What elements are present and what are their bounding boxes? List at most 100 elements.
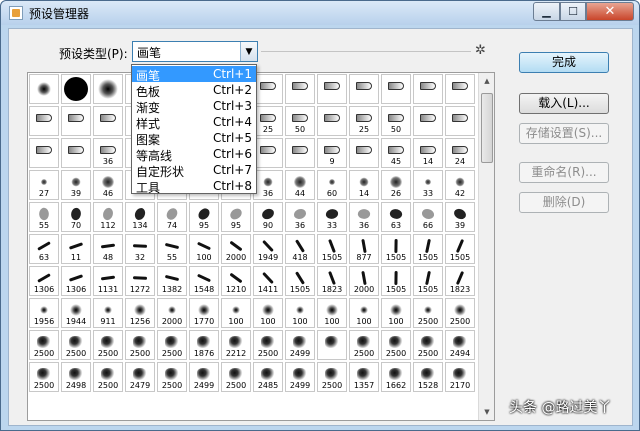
brush-preset-cell[interactable]: 70 — [61, 202, 91, 232]
brush-preset-cell[interactable]: 1256 — [125, 298, 155, 328]
maximize-button[interactable]: ☐ — [560, 2, 586, 21]
brush-preset-cell[interactable]: 2479 — [125, 362, 155, 392]
brush-preset-cell[interactable]: 26 — [381, 170, 411, 200]
brush-preset-cell[interactable]: 48 — [93, 234, 123, 264]
brush-preset-cell[interactable] — [445, 74, 475, 104]
brush-preset-cell[interactable]: 36 — [349, 202, 379, 232]
brush-preset-cell[interactable]: 2499 — [189, 362, 219, 392]
brush-preset-cell[interactable] — [349, 74, 379, 104]
brush-preset-cell[interactable]: 2500 — [93, 330, 123, 360]
brush-preset-cell[interactable]: 1770 — [189, 298, 219, 328]
brush-preset-cell[interactable]: 2500 — [317, 362, 347, 392]
dropdown-item-8[interactable]: 工具 Ctrl+8 — [132, 178, 256, 195]
brush-preset-cell[interactable]: 2212 — [221, 330, 251, 360]
vertical-scrollbar[interactable]: ▲ ▼ — [478, 73, 494, 420]
brush-preset-cell[interactable]: 2500 — [349, 330, 379, 360]
scroll-up-icon[interactable]: ▲ — [479, 73, 495, 89]
brush-preset-cell[interactable] — [413, 74, 443, 104]
brush-preset-cell[interactable]: 2498 — [61, 362, 91, 392]
brush-preset-cell[interactable]: 1210 — [221, 266, 251, 296]
brush-preset-cell[interactable]: 11 — [61, 234, 91, 264]
brush-preset-cell[interactable]: 95 — [221, 202, 251, 232]
brush-preset-cell[interactable]: 1548 — [189, 266, 219, 296]
brush-preset-cell[interactable]: 36 — [93, 138, 123, 168]
brush-preset-cell[interactable]: 100 — [317, 298, 347, 328]
brush-preset-cell[interactable] — [61, 106, 91, 136]
brush-preset-cell[interactable]: 1306 — [29, 266, 59, 296]
brush-preset-cell[interactable]: 2500 — [253, 330, 283, 360]
brush-preset-cell[interactable] — [29, 138, 59, 168]
brush-preset-cell[interactable] — [445, 106, 475, 136]
brush-preset-cell[interactable] — [253, 74, 283, 104]
brush-preset-cell[interactable]: 1505 — [413, 266, 443, 296]
brush-preset-cell[interactable] — [285, 138, 315, 168]
brush-preset-cell[interactable]: 1823 — [317, 266, 347, 296]
brush-preset-cell[interactable]: 2000 — [157, 298, 187, 328]
brush-preset-cell[interactable]: 45 — [381, 138, 411, 168]
brush-preset-cell[interactable]: 63 — [29, 234, 59, 264]
preset-type-select[interactable]: 画笔 ▼ — [132, 41, 258, 62]
brush-preset-cell[interactable]: 27 — [29, 170, 59, 200]
brush-preset-cell[interactable]: 44 — [285, 170, 315, 200]
load-button[interactable]: 载入(L)... — [519, 93, 609, 114]
brush-preset-cell[interactable] — [93, 74, 123, 104]
brush-preset-cell[interactable]: 90 — [253, 202, 283, 232]
delete-button[interactable]: 删除(D) — [519, 192, 609, 213]
brush-preset-cell[interactable] — [253, 138, 283, 168]
scroll-down-icon[interactable]: ▼ — [479, 404, 495, 420]
gear-icon[interactable]: ✲ — [475, 43, 486, 58]
brush-preset-cell[interactable]: 100 — [381, 298, 411, 328]
brush-preset-cell[interactable]: 50 — [381, 106, 411, 136]
brush-preset-cell[interactable]: 112 — [93, 202, 123, 232]
brush-preset-cell[interactable]: 9 — [317, 138, 347, 168]
brush-preset-cell[interactable]: 39 — [445, 202, 475, 232]
brush-preset-cell[interactable]: 100 — [285, 298, 315, 328]
brush-preset-cell[interactable]: 1357 — [349, 362, 379, 392]
brush-preset-cell[interactable]: 2500 — [61, 330, 91, 360]
brush-preset-cell[interactable]: 1956 — [29, 298, 59, 328]
brush-preset-cell[interactable]: 2000 — [349, 266, 379, 296]
brush-preset-cell[interactable]: 60 — [317, 170, 347, 200]
brush-preset-cell[interactable] — [413, 106, 443, 136]
brush-preset-cell[interactable]: 36 — [253, 170, 283, 200]
brush-preset-cell[interactable]: 2500 — [157, 330, 187, 360]
brush-preset-cell[interactable]: 1528 — [413, 362, 443, 392]
brush-preset-cell[interactable]: 32 — [125, 234, 155, 264]
brush-preset-cell[interactable]: 24 — [445, 138, 475, 168]
brush-preset-cell[interactable]: 2500 — [413, 298, 443, 328]
brush-preset-cell[interactable]: 100 — [221, 298, 251, 328]
brush-preset-cell[interactable] — [93, 106, 123, 136]
brush-preset-cell[interactable] — [61, 138, 91, 168]
chevron-down-icon[interactable]: ▼ — [240, 42, 257, 61]
brush-preset-cell[interactable]: 100 — [349, 298, 379, 328]
brush-preset-cell[interactable] — [29, 106, 59, 136]
dropdown-item-7[interactable]: 自定形状 Ctrl+7 — [132, 162, 256, 179]
brush-preset-cell[interactable]: 2500 — [29, 330, 59, 360]
scroll-thumb[interactable] — [481, 93, 493, 163]
minimize-button[interactable]: ▁ — [533, 2, 560, 21]
brush-preset-cell[interactable]: 1131 — [93, 266, 123, 296]
brush-preset-cell[interactable]: 42 — [445, 170, 475, 200]
brush-preset-cell[interactable]: 33 — [413, 170, 443, 200]
brush-preset-cell[interactable]: 2500 — [445, 298, 475, 328]
title-bar[interactable]: 预设管理器 ▁ ☐ ✕ — [1, 1, 639, 25]
dropdown-item-3[interactable]: 渐变 Ctrl+3 — [132, 98, 256, 115]
brush-preset-cell[interactable]: 1823 — [445, 266, 475, 296]
brush-preset-cell[interactable]: 1505 — [285, 266, 315, 296]
brush-preset-cell[interactable]: 36 — [285, 202, 315, 232]
brush-preset-cell[interactable]: 95 — [189, 202, 219, 232]
brush-preset-cell[interactable]: 1505 — [317, 234, 347, 264]
brush-preset-cell[interactable]: 877 — [349, 234, 379, 264]
brush-preset-cell[interactable]: 2000 — [221, 234, 251, 264]
brush-preset-cell[interactable]: 46 — [93, 170, 123, 200]
brush-preset-cell[interactable] — [29, 74, 59, 104]
brush-preset-cell[interactable]: 911 — [93, 298, 123, 328]
dropdown-item-2[interactable]: 色板 Ctrl+2 — [132, 82, 256, 99]
brush-preset-cell[interactable] — [317, 74, 347, 104]
save-set-button[interactable]: 存储设置(S)... — [519, 123, 609, 144]
brush-preset-cell[interactable]: 2170 — [445, 362, 475, 392]
brush-preset-cell[interactable]: 39 — [61, 170, 91, 200]
brush-preset-cell[interactable] — [349, 138, 379, 168]
brush-preset-cell[interactable]: 1505 — [381, 266, 411, 296]
brush-preset-cell[interactable] — [61, 74, 91, 104]
